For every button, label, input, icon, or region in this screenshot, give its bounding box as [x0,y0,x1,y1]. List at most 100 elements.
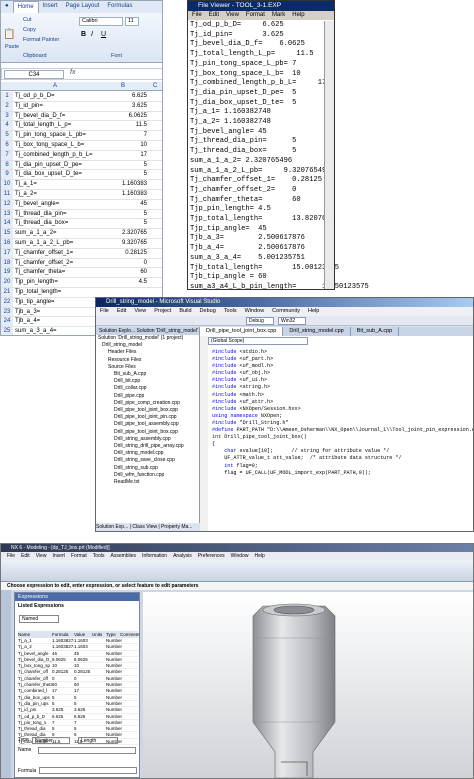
row-number[interactable]: 3 [1,111,13,121]
cell-a[interactable]: Tj_combined_length_p_b_L= [15,151,93,161]
table-row[interactable]: 6 Tj_box_tong_space_L_b= 10 [1,141,162,151]
platform-select[interactable]: Win32 [278,317,306,325]
font-name-select[interactable]: Calibri [79,17,123,26]
cell-a[interactable]: Tjp_total_length= [15,288,61,298]
row-number[interactable]: 1 [1,92,13,101]
cell-b[interactable]: 5 [101,210,147,220]
cell-b[interactable]: 10 [101,141,147,151]
cell-a[interactable]: Tj_thread_dia_box= [15,219,68,229]
table-row[interactable]: 20 Tjp_pin_length= 4.5 [1,278,162,288]
row-number[interactable]: 13 [1,209,13,219]
format-painter-button[interactable]: Format Painter [23,37,59,43]
table-row[interactable]: 14 Tj_thread_dia_box= 5 [1,219,162,230]
tree-item[interactable]: Source Files [98,364,199,371]
column-b-header[interactable]: B [121,83,125,89]
tree-item[interactable]: Drill_collar.cpp [98,385,199,392]
paste-button[interactable]: Paste [5,44,19,50]
row-number[interactable]: 6 [1,141,13,150]
cell-a[interactable]: Tj_bevel_angle= [15,200,59,210]
underline-button[interactable]: U [101,31,106,38]
menu-file[interactable]: File [192,12,202,18]
name-box[interactable]: C34 [4,70,64,79]
row-number[interactable]: 8 [1,160,13,170]
vs-menu-build[interactable]: Build [179,308,191,314]
col-name[interactable]: Name [18,631,52,638]
cell-a[interactable]: sum_a_1_a_2= [15,229,57,239]
tree-item[interactable]: Drill_pipe_tool_assembly.cpp [98,421,199,428]
cell-a[interactable]: Tj_chamfer_offset_2= [15,259,73,269]
menu-help[interactable]: Help [292,12,304,18]
copy-button[interactable]: Copy [23,27,36,33]
column-a-header[interactable]: A [53,83,57,89]
tree-item[interactable]: Drill_string_save_close.cpp [98,457,199,464]
tree-item[interactable]: Drill_string_model.cpp [98,450,199,457]
cell-a[interactable]: Tjp_tip_angle= [15,298,55,308]
cell-b[interactable]: 6.625 [101,92,147,102]
cell-b[interactable]: 0 [101,259,147,269]
col-comment[interactable]: Comment [120,631,140,638]
code-text[interactable]: #include <stdio.h> #include <uf_part.h> #i… [212,349,473,477]
vs-menu-window[interactable]: Window [245,308,265,314]
row-number[interactable]: 19 [1,268,13,278]
row-number[interactable]: 22 [1,297,13,307]
cell-a[interactable]: Tjb_a_3= [15,308,40,318]
cell-b[interactable]: 9.320765 [101,239,147,249]
row-number[interactable]: 11 [1,190,13,199]
table-row[interactable]: 8 Tj_dia_pin_upset_D_pe= 5 [1,160,162,171]
cell-a[interactable]: Tj_thread_dia_pin= [15,210,67,220]
italic-button[interactable]: I [91,31,93,38]
graphics-window[interactable] [143,592,473,778]
fx-icon[interactable]: fx [70,69,75,76]
cell-b[interactable]: 17 [101,151,147,161]
nx-menu-window[interactable]: Window [231,553,249,559]
row-number[interactable]: 2 [1,101,13,111]
vs-menu-edit[interactable]: Edit [117,308,126,314]
table-row[interactable]: 18 Tj_chamfer_offset_2= 0 [1,258,162,269]
tab-solution-explorer[interactable]: Solution Exp... [96,524,128,530]
row-number[interactable]: 12 [1,199,13,209]
cell-b[interactable]: 4.5 [101,278,147,288]
menu-format[interactable]: Format [246,12,265,18]
row-number[interactable]: 18 [1,258,13,268]
table-row[interactable]: 16 sum_a_1_a_2_L_pb= 9.320765 [1,239,162,249]
cell-a[interactable]: sum_a_1_a_2_L_pb= [15,239,73,249]
file-viewer-scrollbar[interactable] [324,21,334,289]
nx-menu-assemblies[interactable]: Assemblies [110,553,136,559]
table-row[interactable]: 19 Tj_chamfer_theta= 60 [1,268,162,279]
cell-a[interactable]: Tjp_pin_length= [15,278,58,288]
tree-item[interactable]: Drill_pipe_tool_joint_box.cpp [98,407,199,414]
nx-menu-file[interactable]: File [7,553,15,559]
col-type[interactable]: Type [106,631,120,638]
cell-b[interactable]: 2.320765 [101,229,147,239]
cell-b[interactable]: 5 [101,219,147,229]
tab-formulas[interactable]: Formulas [103,1,136,13]
cell-b[interactable]: 6.0625 [101,112,147,122]
cell-b[interactable]: 60 [101,268,147,278]
table-row[interactable]: 4 Tj_total_length_L_p= 11.5 [1,121,162,132]
column-c-header[interactable]: C [153,83,157,89]
tab-property-manager[interactable]: Property Ma... [161,524,192,530]
cell-b[interactable]: 1.160383 [101,180,147,190]
editor-tab-tool-joint-box[interactable]: Drill_pipe_tool_joint_box.cpp [200,327,284,336]
cell-a[interactable]: sum_a_3_a_4= [15,327,57,335]
tree-item[interactable]: Drill_pipe.cpp [98,393,199,400]
col-value[interactable]: Value [74,631,92,638]
cell-b[interactable]: 7 [101,131,147,141]
table-row[interactable]: 3 Tj_bevel_dia_D_f= 6.0625 [1,111,162,122]
tree-item[interactable]: Drill_string_model [98,342,199,349]
tree-item[interactable]: Drill_string_drill_pipe_array.cpp [98,443,199,450]
cell-a[interactable]: Tj_pin_tong_space_L_pb= [15,131,86,141]
cell-b[interactable]: 5 [101,170,147,180]
menu-mark[interactable]: Mark [272,12,285,18]
table-row[interactable]: 5 Tj_pin_tong_space_L_pb= 7 [1,131,162,141]
cell-b[interactable]: 0.28125 [101,249,147,259]
row-number[interactable]: 21 [1,288,13,297]
tree-item[interactable]: Resource Files [98,357,199,364]
tree-item[interactable]: Drill_string_assembly.cpp [98,436,199,443]
tree-item[interactable]: Header Files [98,349,199,356]
nx-menu-information[interactable]: Information [142,553,167,559]
table-row[interactable]: 10 Tj_a_1= 1.160383 [1,180,162,190]
tab-page-layout[interactable]: Page Layout [62,1,104,13]
paste-icon[interactable]: 📋 [3,29,15,40]
cell-a[interactable]: Tj_bevel_dia_D_f= [15,112,65,122]
